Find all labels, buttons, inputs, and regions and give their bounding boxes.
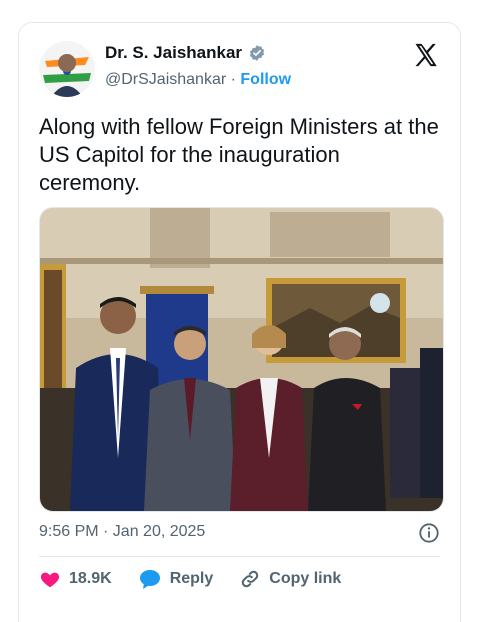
action-bar: 18.9K Reply Copy link [39,568,367,590]
tweet-photo[interactable] [39,207,444,512]
follow-button[interactable]: Follow [240,71,291,88]
copy-link-label: Copy link [269,570,342,587]
author-display-name[interactable]: Dr. S. Jaishankar [105,43,242,63]
copy-link-button[interactable]: Copy link [239,568,341,590]
tweet-text: Along with fellow Foreign Ministers at t… [39,114,439,195]
link-icon [242,570,259,588]
tweet-card[interactable]: Dr. S. Jaishankar @DrSJaishankar · Follo… [18,22,461,622]
heart-icon [40,572,60,588]
x-logo-icon[interactable] [412,41,440,69]
reply-button[interactable]: Reply [138,568,214,590]
reply-bubble-icon [139,570,160,589]
like-button[interactable]: 18.9K [39,568,112,590]
tweet-timestamp[interactable]: 9:56 PM · Jan 20, 2025 [39,523,205,541]
author-avatar[interactable] [39,41,95,97]
divider [39,556,440,557]
like-count: 18.9K [69,570,112,587]
author-handle[interactable]: @DrSJaishankar [105,71,226,88]
handle-separator: · [230,71,236,88]
verified-badge-icon [249,45,265,61]
reply-label: Reply [169,570,214,587]
info-icon[interactable] [418,522,440,544]
